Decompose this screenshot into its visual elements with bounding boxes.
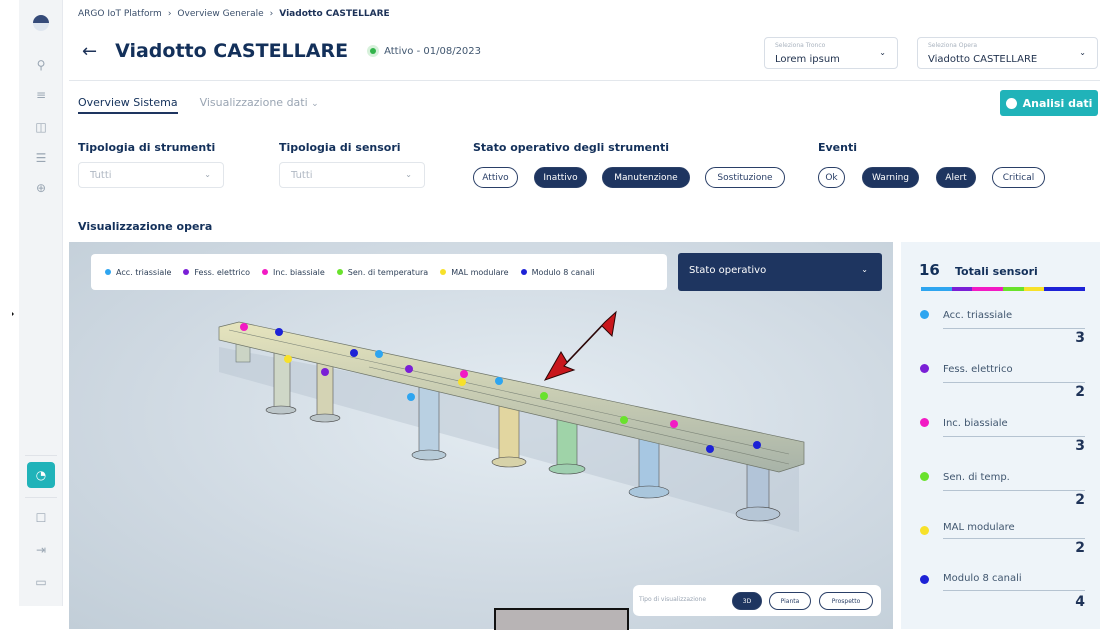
- stato-label: Stato operativo degli strumenti: [473, 141, 669, 154]
- strumenti-dropdown[interactable]: Tutti ⌄: [78, 162, 224, 188]
- filter-warning[interactable]: Warning: [862, 167, 919, 188]
- legend-item: Fess. elettrico: [183, 268, 250, 277]
- sensor-marker[interactable]: [460, 370, 468, 378]
- sensor-marker[interactable]: [275, 328, 283, 336]
- sensor-legend: Acc. triassiale Fess. elettrico Inc. bia…: [91, 254, 667, 290]
- breadcrumb-item-overview[interactable]: Overview Generale: [177, 9, 263, 19]
- sensor-marker[interactable]: [284, 355, 292, 363]
- filter-critical[interactable]: Critical: [992, 167, 1045, 188]
- dot-icon: [920, 418, 929, 427]
- sensor-marker[interactable]: [458, 378, 466, 386]
- sensor-marker[interactable]: [495, 377, 503, 385]
- chevron-down-icon: ⌄: [861, 265, 868, 274]
- vis-type-label: Tipo di visualizzazione: [639, 596, 707, 603]
- vis-pianta-button[interactable]: Pianta: [769, 592, 811, 610]
- filter-alert[interactable]: Alert: [936, 167, 976, 188]
- sensor-marker[interactable]: [753, 441, 761, 449]
- bridge-model: [218, 310, 805, 532]
- breadcrumb-item-platform[interactable]: ARGO IoT Platform: [78, 9, 162, 19]
- viz-title: Visualizzazione opera: [78, 220, 213, 233]
- breadcrumb: ARGO IoT Platform › Overview Generale › Viad…: [78, 9, 390, 19]
- sensor-distribution-bar: [921, 287, 1085, 291]
- chevron-right-icon[interactable]: [0, 284, 14, 344]
- list-icon[interactable]: ≡: [31, 85, 51, 105]
- location-pin-icon[interactable]: ⚲: [31, 55, 51, 75]
- eventi-label: Eventi: [818, 141, 858, 154]
- dot-icon: [920, 526, 929, 535]
- sensor-marker[interactable]: [670, 420, 678, 428]
- chevron-down-icon: ⌄: [879, 48, 886, 57]
- dot-icon: [920, 310, 929, 319]
- filter-ok[interactable]: Ok: [818, 167, 845, 188]
- status-dot-icon: [370, 48, 377, 54]
- layout-icon[interactable]: ◫: [31, 117, 51, 137]
- chevron-down-icon: ⌄: [405, 170, 412, 179]
- tronco-select-value: Lorem ipsum: [775, 54, 840, 65]
- vis-3d-button[interactable]: 3D: [732, 592, 762, 610]
- tab-overview-sistema[interactable]: Overview Sistema: [78, 96, 178, 114]
- new-window-icon[interactable]: ☐: [31, 508, 51, 528]
- strumenti-label: Tipologia di strumenti: [78, 141, 216, 154]
- sensori-label: Tipologia di sensori: [279, 141, 401, 154]
- add-circle-icon[interactable]: ⊕: [31, 178, 51, 198]
- sensori-dropdown[interactable]: Tutti ⌄: [279, 162, 425, 188]
- logo-icon: [33, 15, 49, 31]
- opera-select[interactable]: Seleziona Opera Viadotto CASTELLARE ⌄: [917, 37, 1098, 69]
- dashboard-gauge-icon[interactable]: ◔: [27, 462, 55, 488]
- status-text: Attivo - 01/08/2023: [384, 45, 482, 57]
- total-sensors-count: 16: [919, 261, 940, 279]
- sensor-marker[interactable]: [405, 365, 413, 373]
- filter-manutenzione[interactable]: Manutenzione: [602, 167, 690, 188]
- sensor-marker[interactable]: [350, 349, 358, 357]
- overlay-box: [494, 608, 629, 630]
- sensor-marker[interactable]: [540, 392, 548, 400]
- breadcrumb-item-current: Viadotto CASTELLARE: [279, 9, 390, 19]
- opera-select-value: Viadotto CASTELLARE: [928, 54, 1038, 65]
- visualization-type-switch: Tipo di visualizzazione 3D Pianta Prospe…: [633, 585, 881, 616]
- chevron-down-icon: ⌄: [204, 170, 211, 179]
- dot-icon: [920, 472, 929, 481]
- sidebar: ⚲ ≡ ◫ ☰ ⊕ ◔ ☐ ⇥ ▭: [19, 0, 63, 606]
- legend-item: Sen. di temperatura: [336, 268, 428, 277]
- legend-item: Acc. triassiale: [105, 268, 171, 277]
- sensor-marker[interactable]: [706, 445, 714, 453]
- legend-item: Inc. biassiale: [262, 268, 325, 277]
- logout-icon[interactable]: ⇥: [31, 540, 51, 560]
- back-arrow-icon[interactable]: ←: [82, 41, 97, 62]
- app: ⚲ ≡ ◫ ☰ ⊕ ◔ ☐ ⇥ ▭ ARGO IoT Platform › Over…: [0, 0, 1114, 630]
- vis-prospetto-button[interactable]: Prospetto: [819, 592, 873, 610]
- stato-operativo-select[interactable]: Stato operativo ⌄: [678, 253, 882, 291]
- dot-icon: [920, 575, 929, 584]
- page-title: Viadotto CASTELLARE: [115, 40, 349, 62]
- total-sensors-label: Totali sensori: [955, 265, 1038, 278]
- checklist-icon[interactable]: ☰: [31, 148, 51, 168]
- page-header: ← Viadotto CASTELLARE Attivo - 01/08/202…: [82, 40, 481, 62]
- sensor-marker[interactable]: [407, 393, 415, 401]
- filter-inattivo[interactable]: Inattivo: [534, 167, 587, 188]
- sensor-marker[interactable]: [321, 368, 329, 376]
- annotation-arrow-icon: [543, 310, 617, 381]
- sensor-marker[interactable]: [240, 323, 248, 331]
- dot-icon: [920, 364, 929, 373]
- pie-chart-icon: [1005, 97, 1017, 109]
- filter-attivo[interactable]: Attivo: [473, 167, 518, 188]
- legend-item: Modulo 8 canali: [520, 268, 595, 277]
- tab-bar: Overview Sistema Visualizzazione dati ⌄: [78, 96, 319, 114]
- filter-sostituzione[interactable]: Sostituzione: [705, 167, 785, 188]
- legend-item: MAL modulare: [440, 268, 509, 277]
- chevron-down-icon: ⌄: [1079, 48, 1086, 57]
- sensor-marker[interactable]: [375, 350, 383, 358]
- opera-select-label: Seleziona Opera: [928, 42, 978, 49]
- window-icon[interactable]: ▭: [31, 572, 51, 592]
- chevron-down-icon: ⌄: [311, 99, 319, 109]
- tronco-select[interactable]: Seleziona Tronco Lorem ipsum ⌄: [764, 37, 898, 69]
- bridge-3d-viewer[interactable]: [69, 242, 893, 629]
- sensor-marker[interactable]: [620, 416, 628, 424]
- tab-visualizzazione-dati[interactable]: Visualizzazione dati ⌄: [200, 96, 319, 114]
- analisi-dati-button[interactable]: Analisi dati: [1000, 90, 1098, 116]
- tronco-select-label: Seleziona Tronco: [775, 42, 826, 49]
